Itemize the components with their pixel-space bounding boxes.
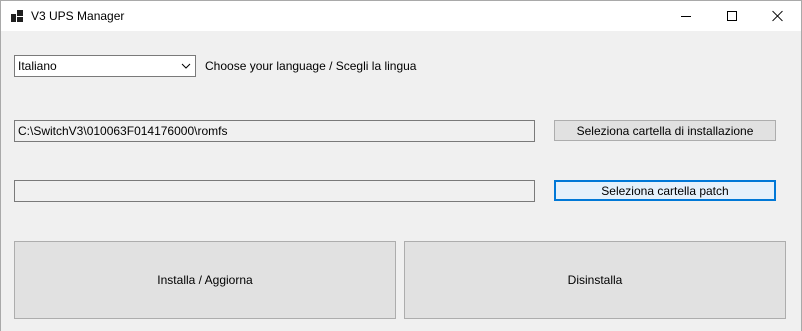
chevron-down-icon <box>181 63 191 69</box>
app-logo-icon <box>11 10 23 22</box>
patch-folder-field[interactable] <box>14 180 535 202</box>
install-update-button[interactable]: Installa / Aggiorna <box>14 241 396 319</box>
language-select[interactable]: Italiano <box>14 55 196 77</box>
install-folder-path: C:\SwitchV3\010063F014176000\romfs <box>18 124 228 138</box>
minimize-button[interactable] <box>663 1 709 31</box>
window-title: V3 UPS Manager <box>31 9 125 23</box>
minimize-icon <box>681 15 691 17</box>
title-bar[interactable]: V3 UPS Manager <box>1 1 801 31</box>
app-window: V3 UPS Manager Italiano Choose your lang… <box>0 0 802 331</box>
language-select-value: Italiano <box>18 59 57 73</box>
install-folder-field[interactable]: C:\SwitchV3\010063F014176000\romfs <box>14 120 535 142</box>
select-patch-folder-button[interactable]: Seleziona cartella patch <box>554 180 776 201</box>
client-area: Italiano Choose your language / Scegli l… <box>1 31 801 331</box>
language-label: Choose your language / Scegli la lingua <box>205 59 417 73</box>
select-install-folder-button[interactable]: Seleziona cartella di installazione <box>554 120 776 141</box>
close-icon <box>772 10 784 22</box>
uninstall-button[interactable]: Disinstalla <box>404 241 786 319</box>
close-button[interactable] <box>755 1 801 31</box>
maximize-button[interactable] <box>709 1 755 31</box>
maximize-icon <box>727 11 737 21</box>
